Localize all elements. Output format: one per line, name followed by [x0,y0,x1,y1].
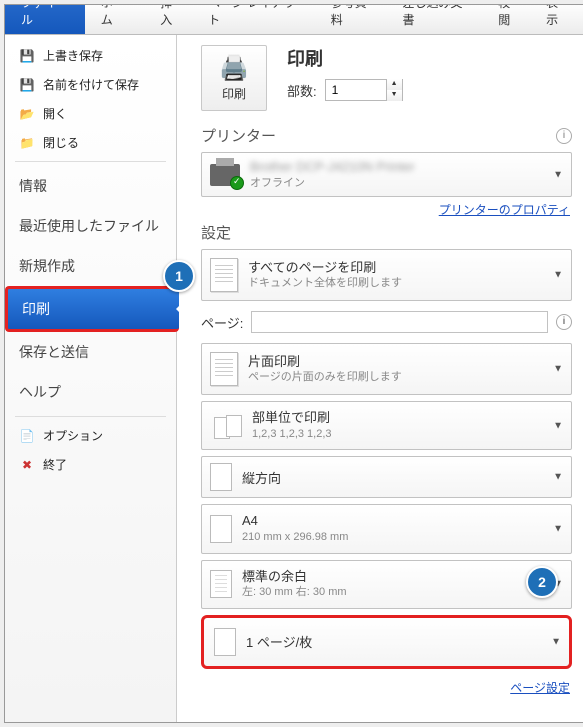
sidebar-options[interactable]: 📄 オプション [5,421,176,450]
save-icon: 💾 [19,48,35,64]
print-button-label: 印刷 [222,85,246,102]
orientation-selector[interactable]: 縦方向 ▼ [201,456,572,498]
separator [15,161,166,162]
sidebar-label: 上書き保存 [43,47,103,64]
sidebar-label: 終了 [43,456,67,473]
print-pane: 🖨️ 印刷 印刷 部数: ▲ ▼ [177,35,583,722]
sidebar-label: 閉じる [43,134,79,151]
paper-size-selector[interactable]: A4 210 mm x 296.98 mm ▼ [201,504,572,553]
page-setup-link[interactable]: ページ設定 [203,679,570,696]
sidebar-help[interactable]: ヘルプ [5,372,176,412]
backstage-sidebar: 💾 上書き保存 💾 名前を付けて保存 📂 開く 📁 閉じる 情報 最近使用したフ… [5,35,177,722]
chevron-down-icon: ▼ [553,523,563,534]
folder-close-icon: 📁 [19,135,35,151]
info-icon[interactable]: i [556,314,572,330]
sidebar-new[interactable]: 新規作成 [5,246,176,286]
printer-icon: 🖨️ [219,54,249,83]
copies-label: 部数: [287,81,317,100]
chevron-down-icon: ▼ [551,636,561,647]
spinner-down-icon[interactable]: ▼ [386,90,402,101]
drop-sub: ページの片面のみを印刷します [248,370,402,384]
per-sheet-icon [214,628,236,656]
drop-title: 標準の余白 [242,569,347,586]
drop-sub: 210 mm x 296.98 mm [242,530,348,544]
sidebar-exit[interactable]: ✖ 終了 [5,450,176,479]
tab-review[interactable]: 校閲 [486,4,534,34]
drop-sub: ドキュメント全体を印刷します [248,276,402,290]
collate-selector[interactable]: 部単位で印刷 1,2,3 1,2,3 1,2,3 ▼ [201,401,572,450]
drop-title: 部単位で印刷 [252,410,332,427]
pages-input[interactable] [251,311,548,333]
sidebar-print[interactable]: 印刷 [5,286,179,332]
drop-title: 縦方向 [242,468,281,487]
drop-title: すべてのページを印刷 [248,260,402,277]
sidebar-info[interactable]: 情報 [5,166,176,206]
exit-icon: ✖ [19,457,35,473]
print-range-selector[interactable]: すべてのページを印刷 ドキュメント全体を印刷します ▼ [201,249,572,301]
printer-header: プリンター [201,125,276,146]
tab-layout[interactable]: ページ レイアウト [196,4,319,34]
sidebar-label: オプション [43,427,103,444]
pages-icon [210,258,238,292]
pages-label: ページ: [201,313,243,332]
sides-selector[interactable]: 片面印刷 ページの片面のみを印刷します ▼ [201,343,572,395]
printer-status-icon [210,164,240,186]
info-icon[interactable]: i [556,128,572,144]
drop-title: 片面印刷 [248,354,402,371]
printer-name: Brother DCP-J4210N Printer [250,159,415,176]
margins-selector[interactable]: 標準の余白 左: 30 mm 右: 30 mm ▼ [201,560,572,609]
options-icon: 📄 [19,428,35,444]
copies-spinner[interactable]: ▲ ▼ [325,79,403,101]
app-window: ファイル ホーム 挿入 ページ レイアウト 参考資料 差し込み文書 校閲 表示 … [4,4,583,723]
print-title: 印刷 [287,45,403,71]
tab-mailings[interactable]: 差し込み文書 [391,4,487,34]
spinner-up-icon[interactable]: ▲ [386,79,402,90]
chevron-down-icon: ▼ [553,364,563,375]
tab-view[interactable]: 表示 [534,4,582,34]
sidebar-open[interactable]: 📂 開く [5,99,176,128]
drop-sub: 左: 30 mm 右: 30 mm [242,585,347,599]
sidebar-save-as[interactable]: 💾 名前を付けて保存 [5,70,176,99]
separator [15,416,166,417]
sidebar-label: 開く [43,105,67,122]
sidebar-close[interactable]: 📁 閉じる [5,128,176,157]
tab-home[interactable]: ホーム [89,4,148,34]
ribbon-tabs: ファイル ホーム 挿入 ページ レイアウト 参考資料 差し込み文書 校閲 表示 [5,5,583,35]
printer-selector[interactable]: Brother DCP-J4210N Printer オフライン ▼ [201,152,572,197]
tab-insert[interactable]: 挿入 [148,4,196,34]
sidebar-save[interactable]: 💾 上書き保存 [5,41,176,70]
oneside-icon [210,352,238,386]
tab-file[interactable]: ファイル [5,4,85,34]
drop-sub: 1,2,3 1,2,3 1,2,3 [252,427,332,441]
folder-open-icon: 📂 [19,106,35,122]
paper-icon [210,515,232,543]
chevron-down-icon: ▼ [553,420,563,431]
sidebar-recent[interactable]: 最近使用したファイル [5,206,176,246]
chevron-down-icon: ▼ [553,169,563,180]
portrait-icon [210,463,232,491]
copies-input[interactable] [326,81,386,99]
settings-header: 設定 [201,222,231,243]
drop-title: 1 ページ/枚 [246,632,312,651]
chevron-down-icon: ▼ [553,472,563,483]
collate-icon [210,415,242,437]
sidebar-label: 名前を付けて保存 [43,76,139,93]
pages-per-sheet-selector[interactable]: 1 ページ/枚 ▼ [201,615,572,669]
saveas-icon: 💾 [19,77,35,93]
printer-properties-link[interactable]: プリンターのプロパティ [203,201,570,218]
callout-2: 2 [526,566,558,598]
callout-1: 1 [163,260,195,292]
print-button[interactable]: 🖨️ 印刷 [201,45,267,111]
printer-status: オフライン [250,176,415,190]
drop-title: A4 [242,513,348,530]
tab-references[interactable]: 参考資料 [319,4,391,34]
margins-icon [210,570,232,598]
sidebar-share[interactable]: 保存と送信 [5,332,176,372]
chevron-down-icon: ▼ [553,270,563,281]
